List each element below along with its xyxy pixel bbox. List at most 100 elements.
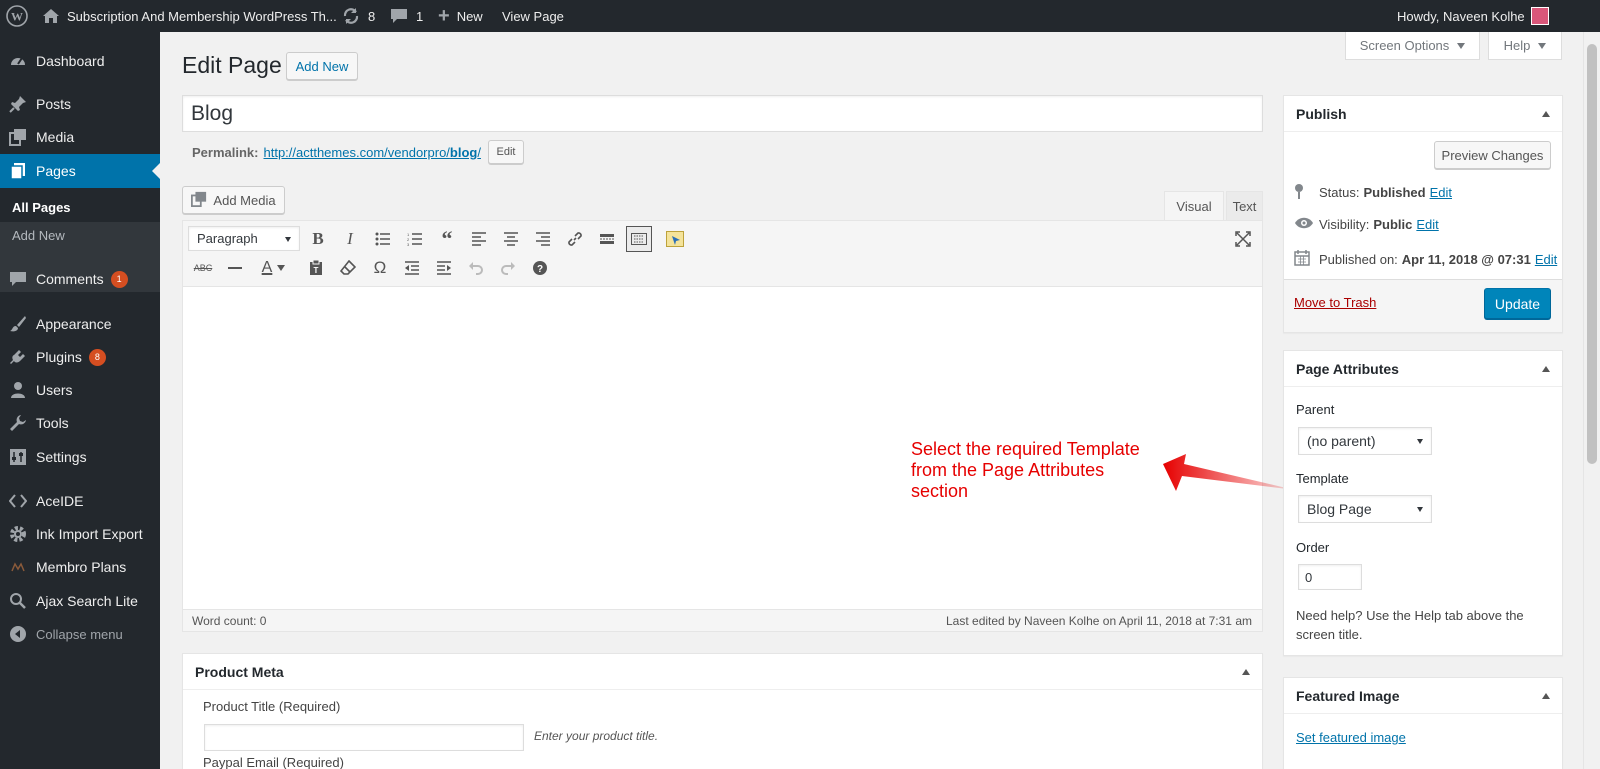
align-center-icon[interactable]: [498, 226, 524, 252]
screen-options-button[interactable]: Screen Options: [1345, 32, 1480, 60]
italic-icon[interactable]: I: [337, 226, 363, 252]
blockquote-icon[interactable]: “: [434, 226, 460, 252]
paste-text-icon[interactable]: T: [303, 255, 329, 281]
align-right-icon[interactable]: [530, 226, 556, 252]
redo-icon[interactable]: [495, 255, 521, 281]
menu-appearance[interactable]: Appearance: [0, 307, 160, 341]
add-media-button[interactable]: Add Media: [182, 186, 285, 214]
post-title-input[interactable]: [182, 95, 1263, 132]
updates-link[interactable]: 8: [342, 0, 375, 32]
wrench-icon: [0, 414, 36, 432]
set-featured-image-link[interactable]: Set featured image: [1296, 730, 1406, 745]
read-more-icon[interactable]: [594, 226, 620, 252]
undo-icon[interactable]: [463, 255, 489, 281]
preview-changes-button[interactable]: Preview Changes: [1434, 141, 1551, 169]
menu-aceide-label: AceIDE: [36, 493, 84, 509]
menu-users[interactable]: Users: [0, 373, 160, 407]
collapse-arrow-icon[interactable]: [1242, 668, 1250, 675]
admin-bar: W Subscription And Membership WordPress …: [0, 0, 1600, 32]
annotation-arrow-icon: [1163, 454, 1295, 491]
wordpress-logo-icon[interactable]: W: [6, 0, 28, 32]
menu-posts[interactable]: Posts: [0, 87, 160, 121]
collapse-arrow-icon[interactable]: [1542, 110, 1550, 117]
pages-icon: [0, 162, 36, 180]
horizontal-line-icon[interactable]: [222, 255, 248, 281]
submenu-all-pages[interactable]: All Pages: [12, 200, 71, 215]
site-name-link[interactable]: Subscription And Membership WordPress Th…: [42, 0, 337, 32]
page-attributes-header[interactable]: Page Attributes: [1284, 351, 1562, 387]
fullscreen-icon[interactable]: [1230, 226, 1256, 252]
strikethrough-icon[interactable]: ABC: [190, 255, 216, 281]
svg-text:W: W: [11, 10, 23, 24]
toolbar-toggle-icon[interactable]: [626, 226, 652, 252]
template-select[interactable]: Blog Page: [1298, 495, 1432, 523]
help-icon[interactable]: ?: [527, 255, 553, 281]
menu-tools-label: Tools: [36, 415, 69, 431]
help-button[interactable]: Help: [1488, 32, 1562, 60]
annotation-text: Select the required Template from the Pa…: [911, 439, 1140, 502]
comments-link[interactable]: 1: [390, 0, 423, 32]
menu-settings[interactable]: Settings: [0, 440, 160, 474]
menu-media[interactable]: Media: [0, 120, 160, 154]
scrollbar-thumb[interactable]: [1587, 44, 1597, 464]
special-character-icon[interactable]: Ω: [367, 255, 393, 281]
text-color-dropdown-icon[interactable]: [274, 255, 288, 281]
view-page-link[interactable]: View Page: [502, 0, 564, 32]
collapse-arrow-icon[interactable]: [1542, 692, 1550, 699]
format-select[interactable]: Paragraph: [188, 226, 300, 251]
product-title-hint: Enter your product title.: [534, 729, 659, 743]
product-meta-header[interactable]: Product Meta: [183, 654, 1262, 690]
move-to-trash-link[interactable]: Move to Trash: [1294, 295, 1376, 310]
menu-dashboard[interactable]: Dashboard: [0, 44, 160, 78]
tab-visual[interactable]: Visual: [1164, 191, 1224, 220]
menu-membro-plans[interactable]: Membro Plans: [0, 550, 160, 584]
numbered-list-icon[interactable]: 123: [402, 226, 428, 252]
align-left-icon[interactable]: [466, 226, 492, 252]
collapse-menu-button[interactable]: Collapse menu: [0, 617, 160, 651]
my-account-link[interactable]: Howdy, Naveen Kolhe: [1397, 0, 1549, 32]
media-icon: [191, 191, 207, 210]
new-content-link[interactable]: + New: [438, 0, 483, 32]
clear-formatting-icon[interactable]: [335, 255, 361, 281]
status-label: Status:: [1319, 185, 1360, 200]
tab-text[interactable]: Text: [1226, 191, 1263, 220]
editor-content-area[interactable]: [183, 287, 1262, 587]
menu-ajax-search-lite[interactable]: Ajax Search Lite: [0, 584, 160, 618]
annotation-line-2: from the Page Attributes: [911, 460, 1105, 480]
add-new-page-button[interactable]: Add New: [286, 52, 358, 80]
submenu-add-new[interactable]: Add New: [12, 228, 65, 243]
permalink-link[interactable]: http://actthemes.com/vendorpro/blog/: [263, 145, 481, 160]
product-meta-box: Product Meta: [182, 653, 1263, 769]
menu-pages[interactable]: Pages: [0, 154, 160, 188]
update-button[interactable]: Update: [1484, 288, 1551, 319]
svg-text:T: T: [314, 266, 319, 275]
code-icon: [0, 494, 36, 508]
outdent-icon[interactable]: [399, 255, 425, 281]
status-edit-link[interactable]: Edit: [1430, 185, 1452, 200]
menu-tools[interactable]: Tools: [0, 406, 160, 440]
indent-icon[interactable]: [431, 255, 457, 281]
menu-aceide[interactable]: AceIDE: [0, 484, 160, 518]
featured-image-header[interactable]: Featured Image: [1284, 678, 1562, 714]
shortcode-icon[interactable]: [662, 226, 688, 252]
comments-count: 1: [416, 8, 424, 24]
comment-icon: [390, 8, 408, 24]
product-title-input[interactable]: [204, 724, 524, 751]
order-input[interactable]: [1298, 564, 1362, 590]
link-icon[interactable]: [562, 226, 588, 252]
published-on-edit-link[interactable]: Edit: [1535, 252, 1557, 267]
chevron-down-icon: [1538, 42, 1547, 49]
page-scrollbar[interactable]: [1583, 32, 1600, 769]
permalink-edit-button[interactable]: Edit: [488, 140, 524, 164]
chevron-down-icon: [1457, 42, 1466, 49]
visibility-edit-link[interactable]: Edit: [1416, 217, 1438, 232]
parent-select[interactable]: (no parent): [1298, 427, 1432, 455]
publish-header[interactable]: Publish: [1284, 96, 1562, 132]
menu-comments[interactable]: Comments 1: [0, 262, 160, 296]
menu-plugins[interactable]: Plugins 8: [0, 340, 160, 374]
collapse-arrow-icon[interactable]: [1542, 365, 1550, 372]
template-select-value: Blog Page: [1307, 501, 1372, 517]
bold-icon[interactable]: B: [305, 226, 331, 252]
menu-ink-import-export[interactable]: Ink Import Export: [0, 517, 160, 551]
bulleted-list-icon[interactable]: [370, 226, 396, 252]
